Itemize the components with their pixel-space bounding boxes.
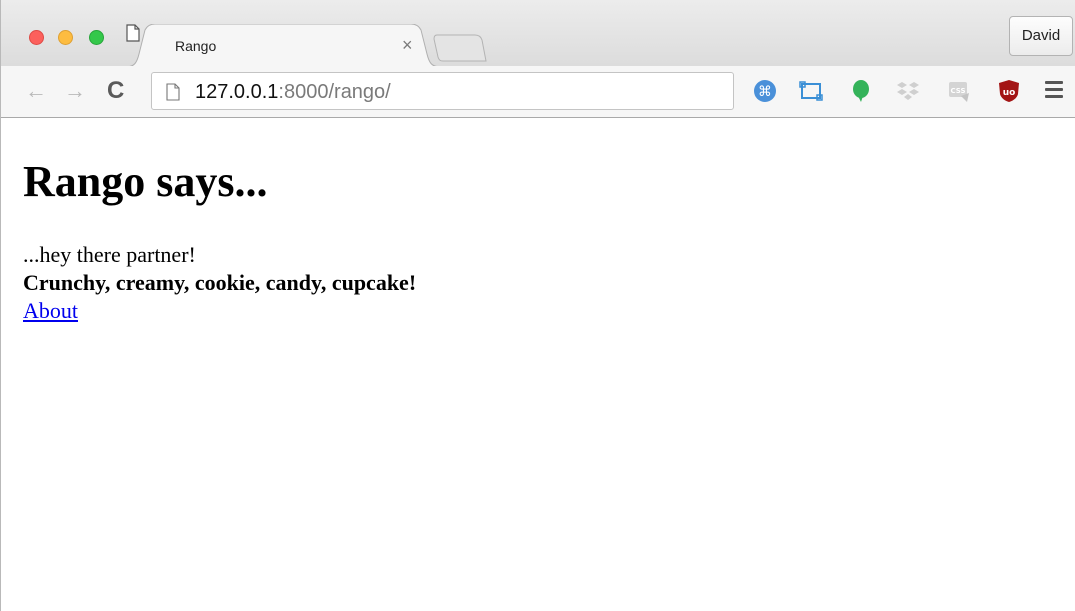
menu-bar [1045,88,1063,91]
css-viewer-icon[interactable]: CSS [947,79,971,103]
evernote-icon[interactable] [849,79,873,103]
profile-button[interactable]: David [1009,16,1073,56]
window-close-button[interactable] [29,30,44,45]
back-button[interactable]: ← [25,78,47,104]
tab-close-icon[interactable]: × [402,35,413,55]
command-icon[interactable]: ⌘ [753,79,777,103]
about-link[interactable]: About [23,297,78,325]
window-maximize-button[interactable] [89,30,104,45]
window-minimize-button[interactable] [58,30,73,45]
forward-button[interactable]: → [64,78,86,104]
tab-title: Rango [175,38,217,54]
address-bar[interactable]: 127.0.0.1:8000/rango/ [151,72,734,110]
url-path: :8000/rango/ [278,81,391,103]
menu-bar [1045,95,1063,98]
svg-text:⌘: ⌘ [758,84,772,100]
tab-strip: Rango × David [1,0,1075,67]
reload-button[interactable]: C [107,78,124,104]
toolbar: ← → C 127.0.0.1:8000/rango/ ⌘ CSS uo [1,66,1075,118]
svg-text:uo: uo [1003,88,1016,98]
bold-tagline: Crunchy, creamy, cookie, candy, cupcake! [23,270,417,295]
screenshot-icon[interactable] [799,79,823,103]
tab-shape [125,24,441,67]
greeting-text: ...hey there partner! [23,242,196,267]
new-tab-shape [433,34,487,62]
dropbox-icon[interactable] [896,79,920,103]
page-content: Rango says... ...hey there partner! Crun… [2,119,1075,611]
menu-bar [1045,81,1063,84]
page-icon [166,83,180,101]
new-tab-button[interactable] [431,33,487,63]
page-icon [126,24,140,42]
ublock-icon[interactable]: uo [997,79,1021,103]
page-heading: Rango says... [23,157,268,206]
menu-icon[interactable] [1045,81,1063,99]
url-text[interactable]: 127.0.0.1:8000/rango/ [195,80,391,104]
tab-rango[interactable]: Rango × [125,24,441,67]
svg-text:CSS: CSS [950,87,965,95]
url-host: 127.0.0.1 [195,81,279,103]
browser-window: Rango × David ← → C 127.0.0.1:8000/rango… [0,0,1075,611]
